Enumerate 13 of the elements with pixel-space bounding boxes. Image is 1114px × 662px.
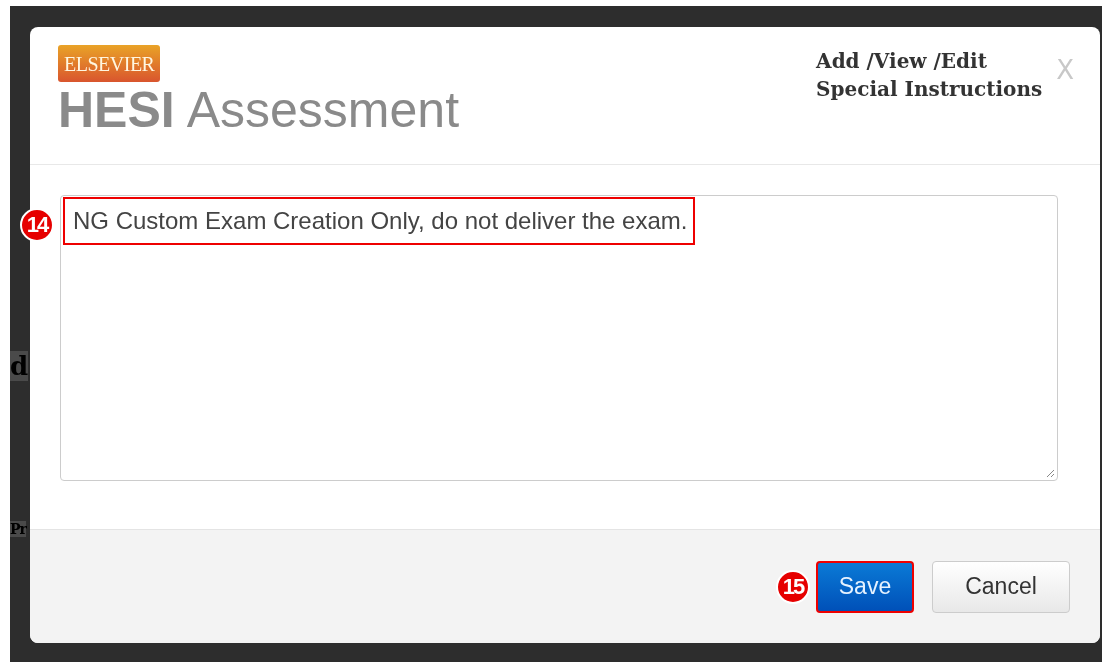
logo-badge: ELSEVIER bbox=[58, 45, 161, 82]
logo-text: HESI bbox=[58, 82, 175, 138]
resize-grip-icon[interactable] bbox=[1045, 468, 1055, 478]
background-text: d bbox=[10, 351, 29, 381]
field-value: NG Custom Exam Creation Only, do not deliver the exam. bbox=[73, 207, 688, 234]
callout-badge: 15 bbox=[776, 569, 810, 604]
cancel-button[interactable]: Cancel bbox=[932, 560, 1070, 613]
background-text: Pr bbox=[10, 521, 26, 537]
save-button[interactable]: Save bbox=[816, 560, 914, 613]
dialog-title: Add /View /Edit Special Instructions bbox=[816, 48, 1043, 103]
callout-badge: 14 bbox=[20, 208, 54, 242]
instructions-field[interactable]: NG Custom Exam Creation Only, do not deliver the exam. bbox=[60, 195, 1058, 481]
logo-text: Assessment bbox=[186, 82, 460, 138]
